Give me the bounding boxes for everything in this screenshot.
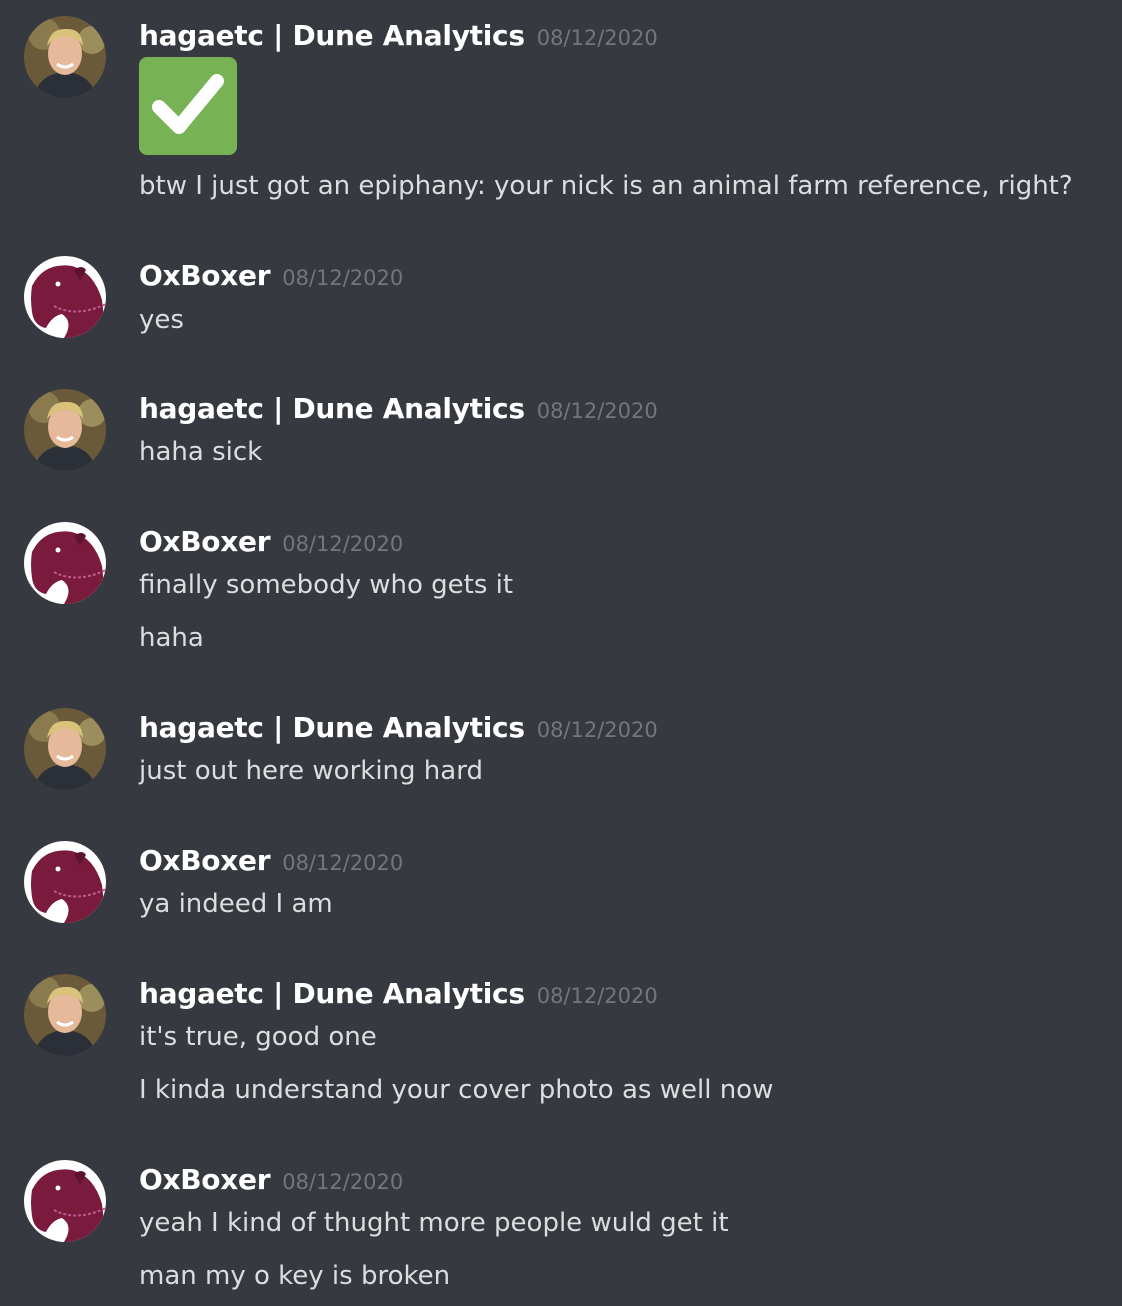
username[interactable]: OxBoxer (139, 1163, 271, 1196)
person-avatar[interactable] (24, 389, 106, 471)
message-header: hagaetc | Dune Analytics 08/12/2020 (139, 389, 658, 429)
username[interactable]: OxBoxer (139, 259, 271, 292)
message-text: yeah I kind of thught more people wuld g… (139, 1208, 729, 1238)
message-header: OxBoxer 08/12/2020 (139, 522, 403, 562)
person-avatar[interactable] (24, 708, 106, 790)
person-avatar[interactable] (24, 16, 106, 98)
username[interactable]: OxBoxer (139, 844, 271, 877)
message-text: haha (139, 623, 204, 653)
timestamp: 08/12/2020 (282, 532, 404, 556)
message-header: hagaetc | Dune Analytics 08/12/2020 (139, 16, 658, 56)
username[interactable]: hagaetc | Dune Analytics (139, 711, 525, 744)
message-text: I kinda understand your cover photo as w… (139, 1075, 774, 1105)
message-text: ya indeed I am (139, 889, 333, 919)
message-header: OxBoxer 08/12/2020 (139, 841, 403, 881)
message-text: it's true, good one (139, 1022, 377, 1052)
horse-avatar[interactable] (24, 256, 106, 338)
username[interactable]: hagaetc | Dune Analytics (139, 392, 525, 425)
person-avatar[interactable] (24, 974, 106, 1056)
message-text: finally somebody who gets it (139, 570, 514, 600)
message-header: hagaetc | Dune Analytics 08/12/2020 (139, 708, 658, 748)
timestamp: 08/12/2020 (282, 266, 404, 290)
username[interactable]: hagaetc | Dune Analytics (139, 977, 525, 1010)
timestamp: 08/12/2020 (536, 984, 658, 1008)
username[interactable]: OxBoxer (139, 525, 271, 558)
timestamp: 08/12/2020 (536, 26, 658, 50)
message-header: OxBoxer 08/12/2020 (139, 256, 403, 296)
timestamp: 08/12/2020 (282, 851, 404, 875)
message-text: haha sick (139, 437, 263, 467)
message-text: yes (139, 305, 184, 335)
horse-avatar[interactable] (24, 1160, 106, 1242)
message-text: man my o key is broken (139, 1261, 451, 1291)
timestamp: 08/12/2020 (536, 399, 658, 423)
message-header: OxBoxer 08/12/2020 (139, 1160, 403, 1200)
message-text: btw I just got an epiphany: your nick is… (139, 171, 1073, 201)
username[interactable]: hagaetc | Dune Analytics (139, 19, 525, 52)
timestamp: 08/12/2020 (282, 1170, 404, 1194)
horse-avatar[interactable] (24, 841, 106, 923)
check-mark-emoji-icon[interactable] (139, 57, 237, 155)
horse-avatar[interactable] (24, 522, 106, 604)
timestamp: 08/12/2020 (536, 718, 658, 742)
message-header: hagaetc | Dune Analytics 08/12/2020 (139, 974, 658, 1014)
message-text: just out here working hard (139, 756, 483, 786)
